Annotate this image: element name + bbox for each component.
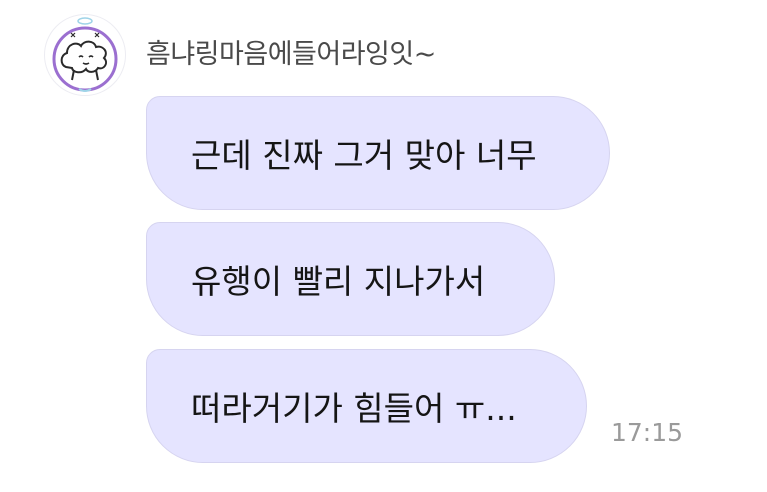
message-timestamp: 17:15 [611,418,684,447]
message-text: 유행이 빨리 지나가서 [191,262,486,301]
message-bubble[interactable]: 떠라거기가 힘들어 ㅠ... [146,349,587,463]
cloud-doodle-avatar-icon [52,17,118,92]
message-text: 떠라거기가 힘들어 ㅠ... [191,389,517,428]
sender-name: 흠냐링마음에들어라잉잇~ [146,39,436,70]
sender-avatar[interactable] [44,14,126,96]
message-bubble[interactable]: 유행이 빨리 지나가서 [146,222,555,336]
message-text: 근데 진짜 그거 맞아 너무 [191,136,537,175]
message-bubble[interactable]: 근데 진짜 그거 맞아 너무 [146,96,610,210]
